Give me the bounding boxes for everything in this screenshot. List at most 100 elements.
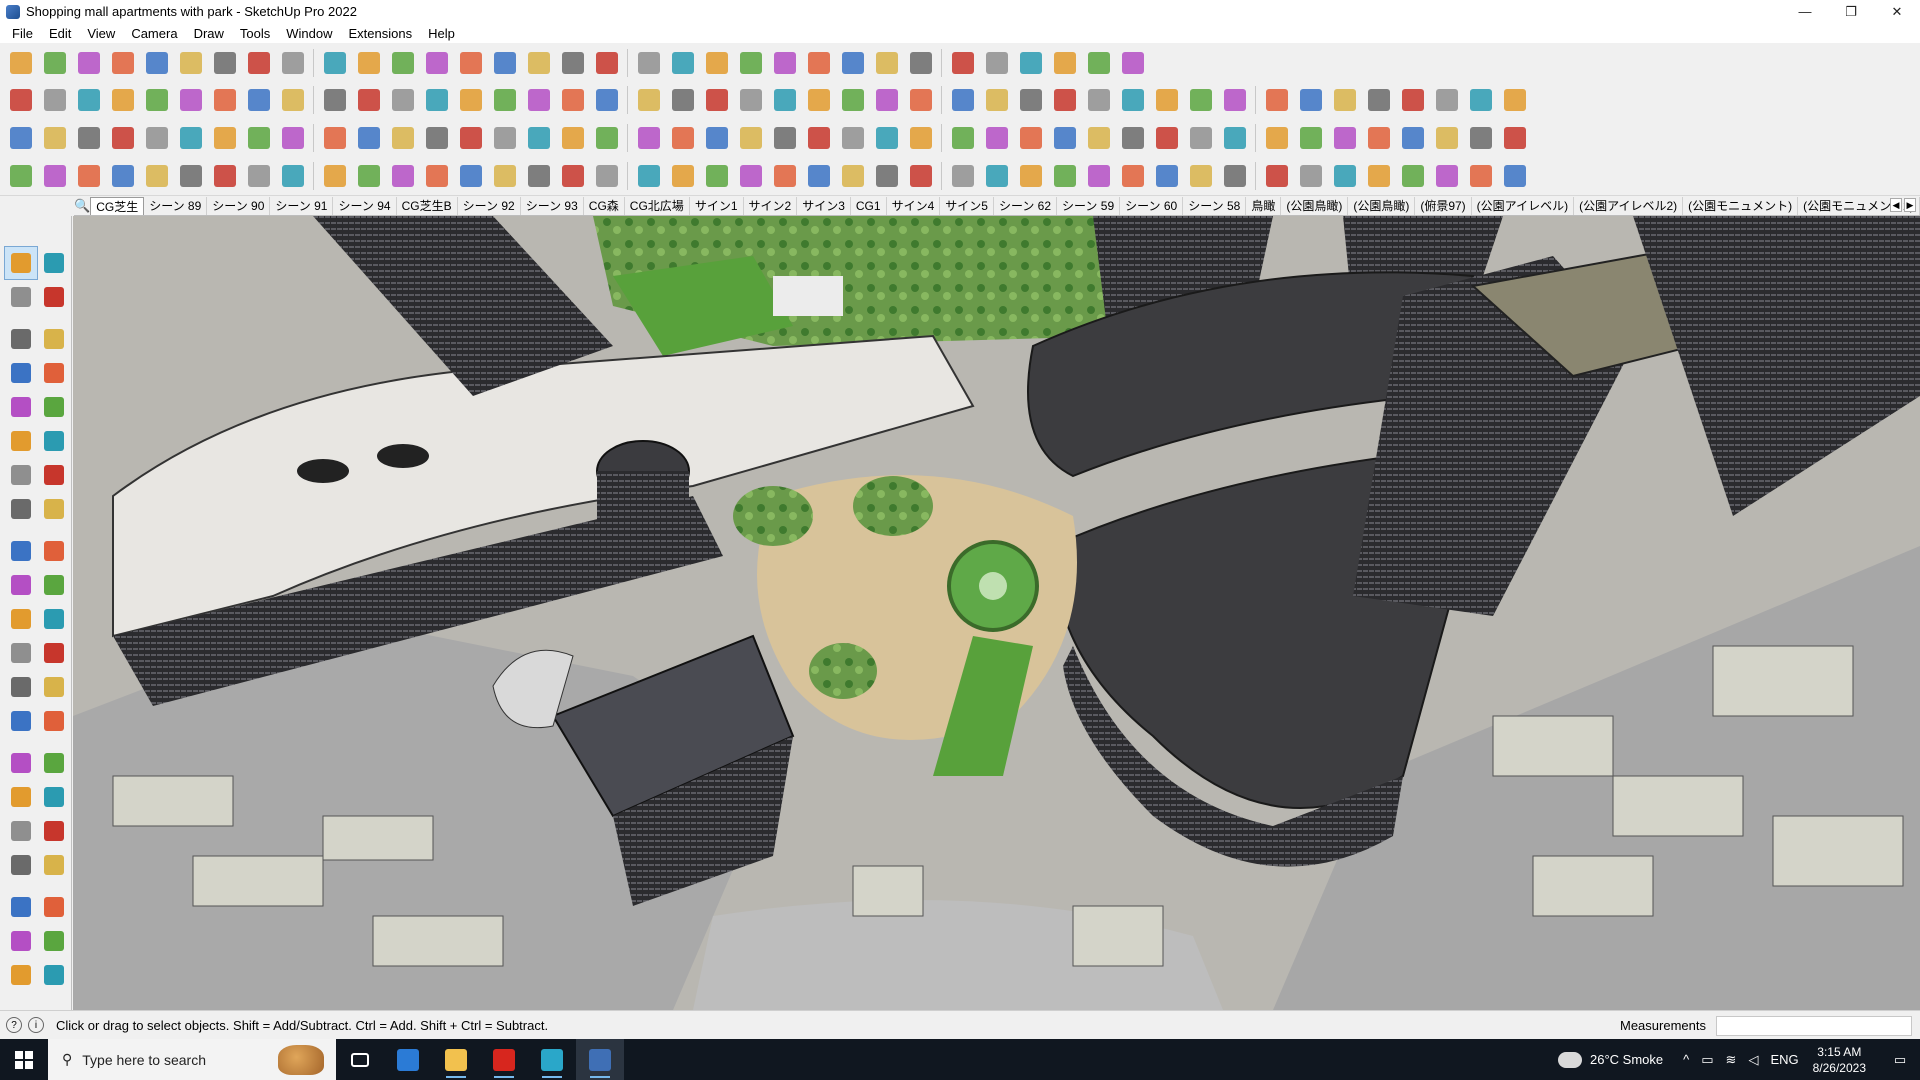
sandbox-button[interactable] — [946, 46, 980, 80]
toolbar-button[interactable] — [174, 83, 208, 117]
scene-tab[interactable]: CG森 — [584, 196, 625, 215]
protractor-tool-button[interactable] — [4, 670, 38, 704]
toolbar-button[interactable] — [946, 121, 980, 155]
toolbar-button[interactable] — [836, 83, 870, 117]
toolbar-button[interactable] — [904, 121, 938, 155]
pie-tool-button[interactable] — [38, 458, 72, 492]
toolbar-button[interactable] — [556, 159, 590, 193]
toolbar-button[interactable] — [1218, 83, 1252, 117]
toolbar-button[interactable] — [318, 159, 352, 193]
toolbar-button[interactable] — [352, 159, 386, 193]
toolbar-button[interactable] — [768, 83, 802, 117]
toolbar-button[interactable] — [318, 121, 352, 155]
toolbar-button[interactable] — [38, 121, 72, 155]
toolbar-button[interactable] — [4, 121, 38, 155]
chevron-up-icon[interactable]: ^ — [1683, 1052, 1689, 1067]
rotate-tool-button[interactable] — [4, 568, 38, 602]
toolbar-button[interactable] — [1498, 83, 1532, 117]
toolbar-button[interactable] — [1430, 159, 1464, 193]
toolbar-button[interactable] — [980, 83, 1014, 117]
toolbar-button[interactable] — [420, 121, 454, 155]
look-around-tool-button[interactable] — [38, 848, 72, 882]
component-button[interactable] — [802, 46, 836, 80]
toolbar-button[interactable] — [904, 83, 938, 117]
tape-measure-tool-button[interactable] — [4, 636, 38, 670]
toolbar-button[interactable] — [174, 159, 208, 193]
arc-tool-button[interactable] — [4, 458, 38, 492]
plugin-button[interactable] — [1116, 46, 1150, 80]
footprints-tool-button[interactable] — [4, 890, 38, 924]
toolbar-button[interactable] — [734, 159, 768, 193]
scene-tab[interactable]: (公園鳥瞰) — [1348, 196, 1416, 215]
toolbar-button[interactable] — [1218, 121, 1252, 155]
toolbar-button[interactable] — [980, 159, 1014, 193]
toolbar-button[interactable] — [488, 83, 522, 117]
arc-2pt-tool-button[interactable] — [4, 492, 38, 526]
toolbar-button[interactable] — [1328, 83, 1362, 117]
toolbar-button[interactable] — [1048, 121, 1082, 155]
zoom-button[interactable] — [4, 46, 38, 80]
toolbar-button[interactable] — [1082, 159, 1116, 193]
dimension-tool-button[interactable] — [4, 704, 38, 738]
rectangle-tool-button[interactable] — [4, 390, 38, 424]
file-explorer-app[interactable] — [432, 1039, 480, 1080]
toolbar-button[interactable] — [700, 83, 734, 117]
text-tool-button[interactable] — [38, 636, 72, 670]
toolbar-button[interactable] — [870, 121, 904, 155]
toolbar-button[interactable] — [1150, 121, 1184, 155]
toolbar-button[interactable] — [386, 121, 420, 155]
toolbar-button[interactable] — [106, 121, 140, 155]
toolbar-button[interactable] — [1014, 83, 1048, 117]
toolbar-button[interactable] — [1082, 121, 1116, 155]
toolbar-button[interactable] — [1294, 83, 1328, 117]
toolbar-button[interactable] — [140, 121, 174, 155]
toolbar-button[interactable] — [946, 83, 980, 117]
freehand-button[interactable] — [140, 46, 174, 80]
arc-3pt-tool-button[interactable] — [38, 492, 72, 526]
toolbar-button[interactable] — [1328, 121, 1362, 155]
freehand-tool-button[interactable] — [38, 356, 72, 390]
scene-search-icon[interactable]: 🔍 — [74, 198, 90, 214]
scene-tab[interactable]: シーン 59 — [1057, 196, 1121, 215]
task-view-button[interactable] — [336, 1039, 384, 1080]
toolbar-button[interactable] — [1184, 83, 1218, 117]
toolbar-button[interactable] — [386, 83, 420, 117]
scene-tab[interactable]: サイン4 — [887, 196, 941, 215]
toolbar-button[interactable] — [590, 159, 624, 193]
pan-tool-button[interactable] — [38, 746, 72, 780]
notification-icon[interactable]: ▭ — [1880, 1052, 1920, 1068]
scene-tab[interactable]: (公園モニュメント) — [1683, 196, 1799, 215]
toolbar-button[interactable] — [1498, 159, 1532, 193]
toolbar-button[interactable] — [1464, 83, 1498, 117]
toolbar-button[interactable] — [1396, 121, 1430, 155]
select-button[interactable] — [38, 46, 72, 80]
toolbar-button[interactable] — [1048, 83, 1082, 117]
layout-button[interactable] — [666, 46, 700, 80]
toolbar-button[interactable] — [870, 83, 904, 117]
axis-button[interactable] — [870, 46, 904, 80]
follow-me-tool-button[interactable] — [38, 568, 72, 602]
toolbar-button[interactable] — [1218, 159, 1252, 193]
toolbar-button[interactable] — [420, 159, 454, 193]
toolbar-button[interactable] — [734, 121, 768, 155]
toolbar-button[interactable] — [836, 121, 870, 155]
toolbar-button[interactable] — [4, 83, 38, 117]
toolbar-button[interactable] — [768, 121, 802, 155]
scene-tab[interactable]: シーン 60 — [1120, 196, 1184, 215]
toolbar-button[interactable] — [666, 159, 700, 193]
scene-tab[interactable]: シーン 92 — [458, 196, 521, 215]
toolbar-button[interactable] — [522, 121, 556, 155]
scale-tool-button[interactable] — [4, 602, 38, 636]
toolbar-button[interactable] — [276, 159, 310, 193]
extension-button[interactable] — [734, 46, 768, 80]
toolbar-button[interactable] — [590, 83, 624, 117]
toolbar-button[interactable] — [488, 159, 522, 193]
toolbar-button[interactable] — [904, 159, 938, 193]
eraser-tool-button[interactable] — [38, 280, 72, 314]
scene-tab[interactable]: CG芝生 — [90, 196, 145, 215]
toolbar-button[interactable] — [1464, 159, 1498, 193]
toolbar-button[interactable] — [352, 83, 386, 117]
toolbar-button[interactable] — [242, 83, 276, 117]
toolbar-button[interactable] — [1430, 121, 1464, 155]
scene-tab[interactable]: CG1 — [851, 196, 887, 215]
